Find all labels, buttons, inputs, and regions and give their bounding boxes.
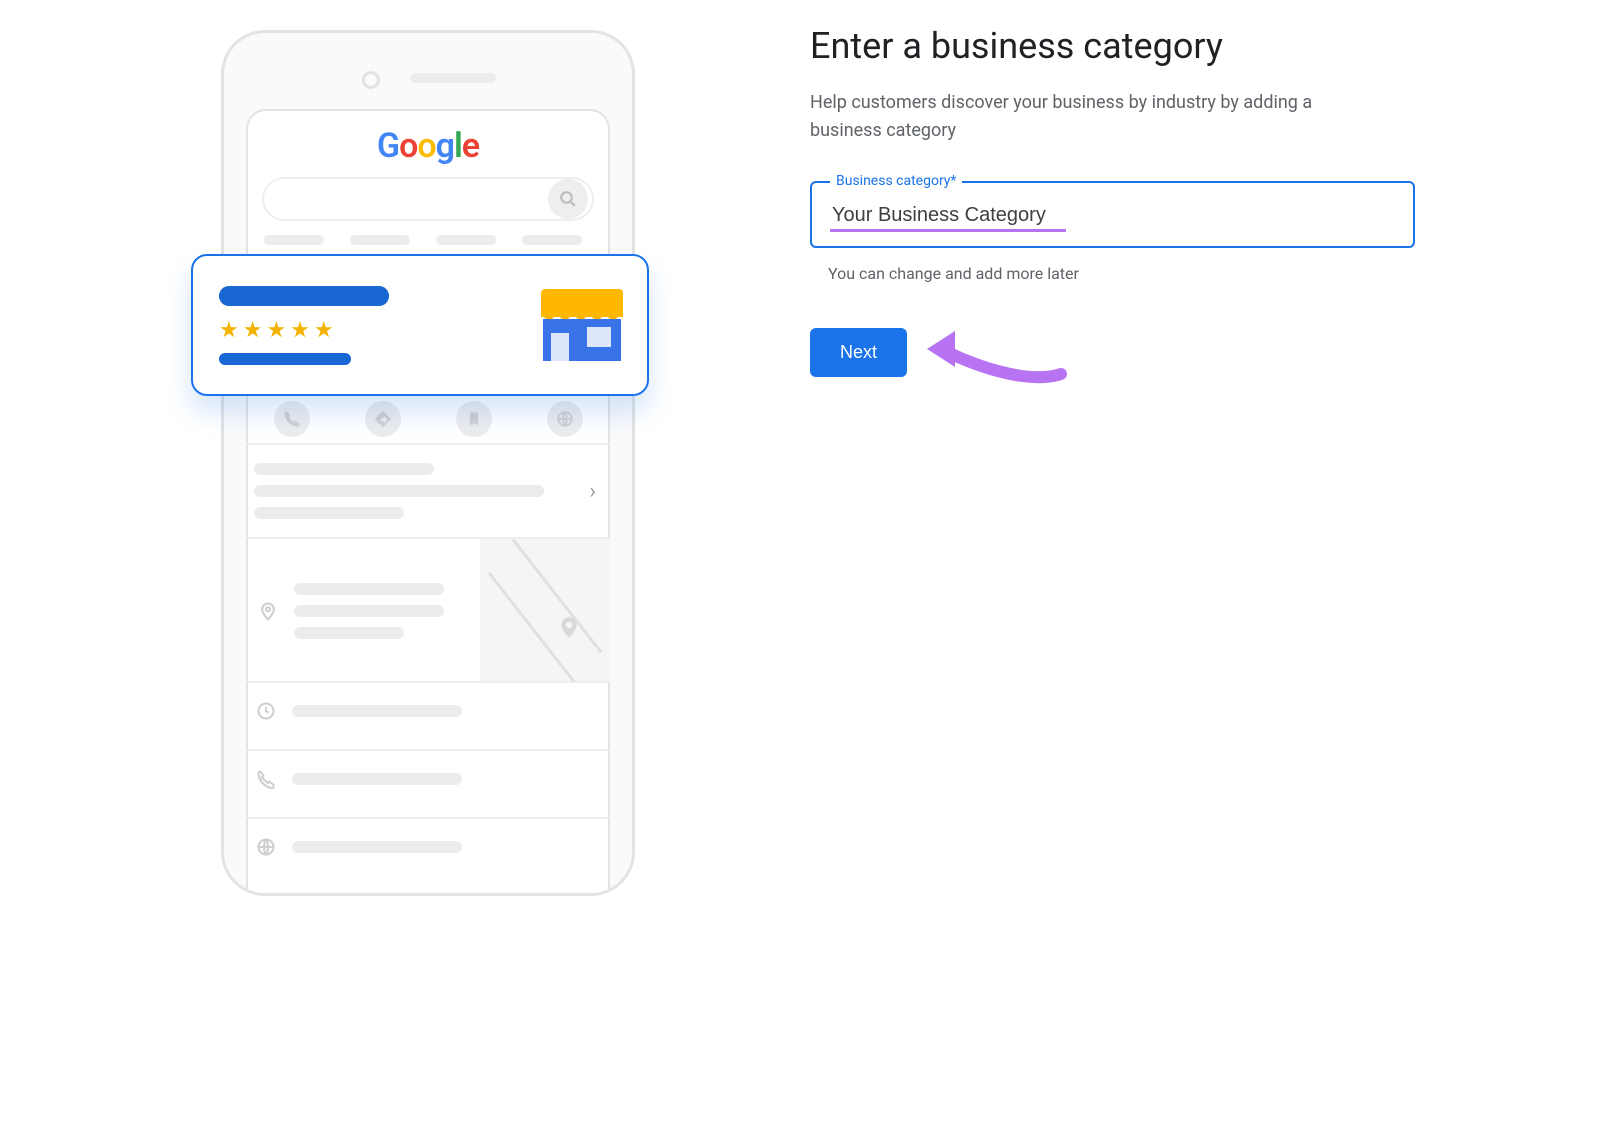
- annotation-underline: [830, 229, 1066, 232]
- phone-camera-dot: [362, 71, 380, 89]
- business-category-label: Business category*: [830, 173, 962, 189]
- rating-stars: ★★★★★: [219, 318, 389, 343]
- search-tabs-skeleton: [264, 235, 592, 245]
- business-category-field[interactable]: Business category*: [810, 181, 1415, 248]
- search-icon: [548, 179, 588, 219]
- result-subtitle-skeleton: [219, 353, 351, 365]
- next-button[interactable]: Next: [810, 328, 907, 377]
- phone-illustration: Google: [221, 30, 629, 890]
- chevron-right-icon: ›: [583, 479, 602, 504]
- map-thumbnail: [480, 539, 610, 683]
- business-category-input[interactable]: [830, 203, 1399, 228]
- phone-speaker: [410, 73, 496, 83]
- phone-icon: [254, 769, 278, 789]
- form-column: Enter a business category Help customers…: [810, 24, 1415, 383]
- local-result-card: ★★★★★: [191, 254, 649, 396]
- phone-section: [246, 749, 610, 807]
- search-bar-illustration: [262, 177, 594, 221]
- location-section: [246, 537, 610, 683]
- pin-outline-icon: [256, 599, 280, 623]
- phone-side-button: [632, 427, 635, 499]
- map-pin-icon: [556, 611, 582, 647]
- helper-text: You can change and add more later: [828, 264, 1415, 283]
- action-icons-row: [246, 401, 610, 437]
- bookmark-icon: [456, 401, 492, 437]
- website-icon: [547, 401, 583, 437]
- directions-icon: [365, 401, 401, 437]
- globe-icon: [254, 837, 278, 857]
- google-logo: Google: [248, 129, 608, 163]
- storefront-icon: [543, 289, 621, 361]
- annotation-arrow: [921, 323, 1071, 383]
- hours-section: [246, 681, 610, 739]
- web-section: [246, 817, 610, 875]
- page-title: Enter a business category: [810, 24, 1415, 69]
- info-section-1: ›: [246, 443, 610, 537]
- phone-frame: Google: [221, 30, 635, 896]
- result-title-skeleton: [219, 286, 389, 306]
- page-subtitle: Help customers discover your business by…: [810, 89, 1370, 145]
- call-icon: [274, 401, 310, 437]
- clock-icon: [254, 701, 278, 721]
